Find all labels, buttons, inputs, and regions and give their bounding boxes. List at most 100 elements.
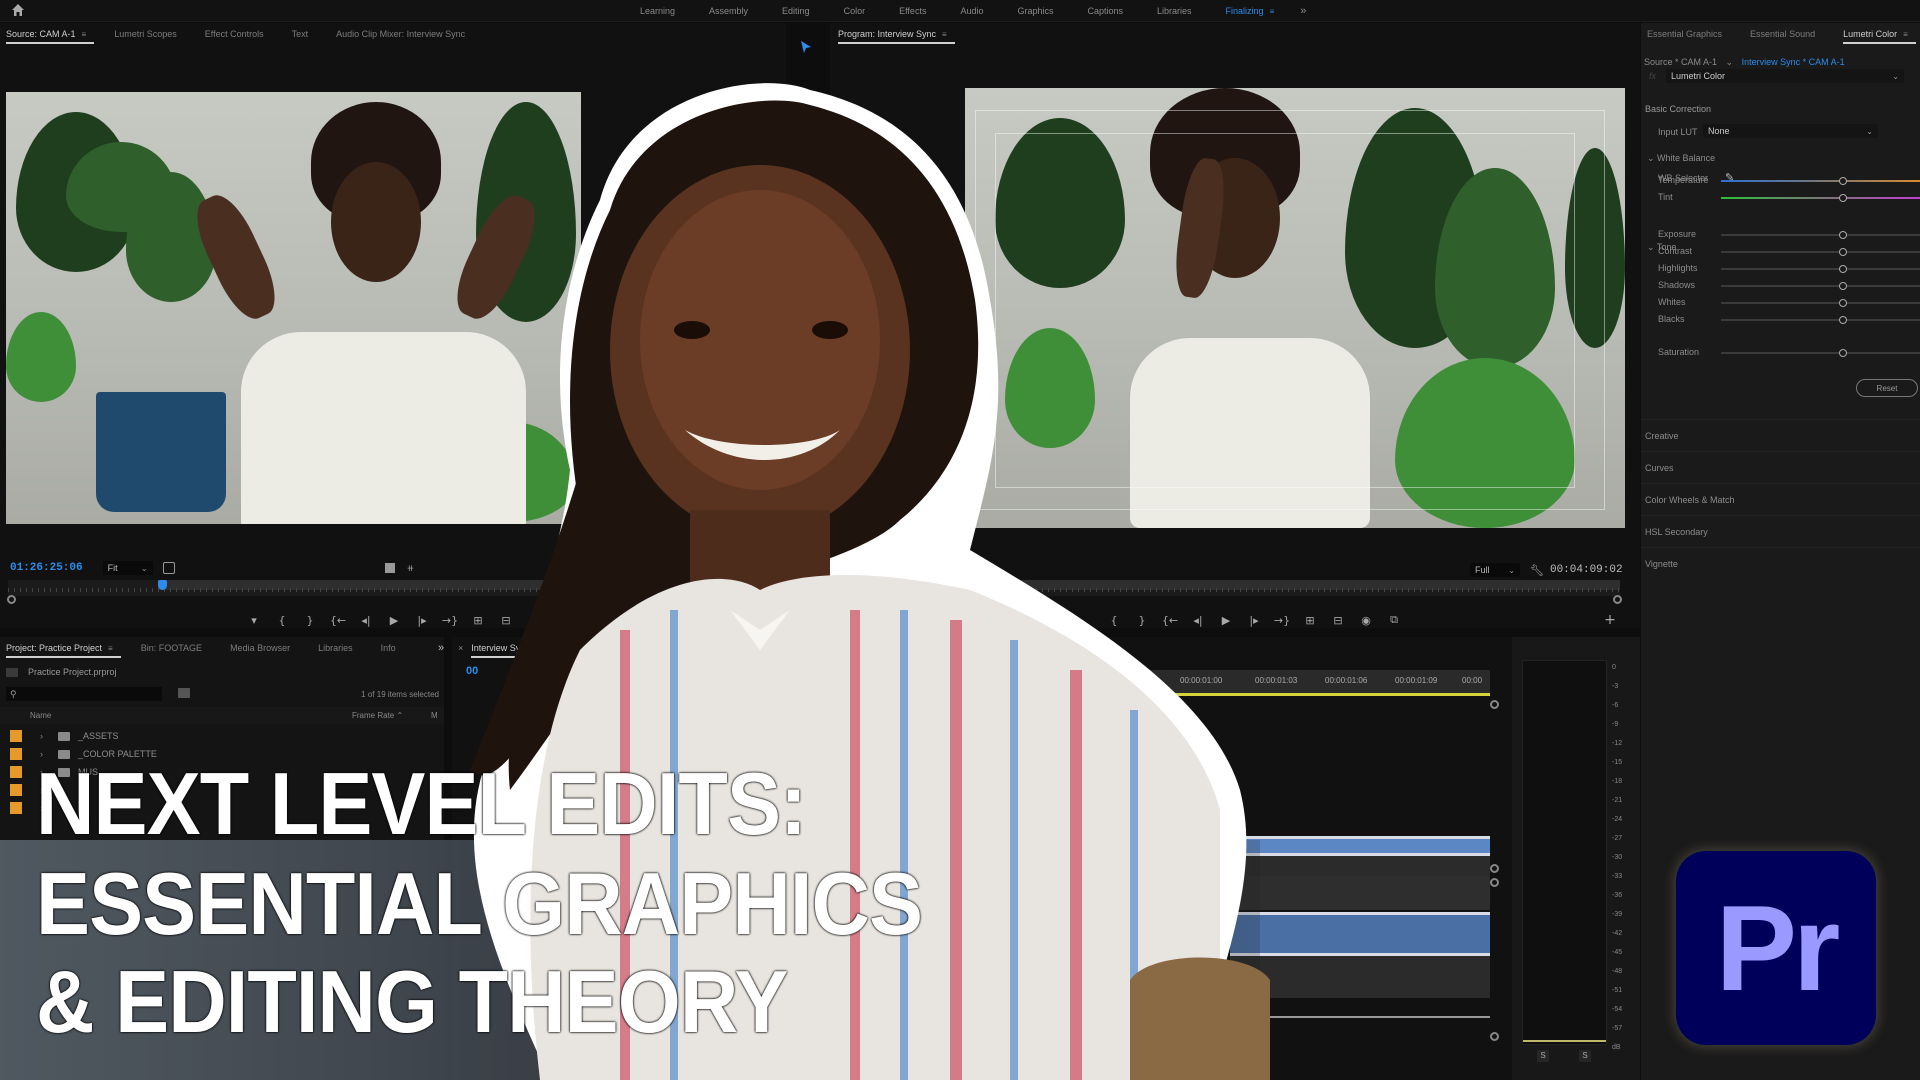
home-icon[interactable] (10, 2, 26, 18)
label-color-swatch[interactable] (10, 784, 22, 796)
source-playhead[interactable] (158, 580, 167, 590)
tab-lumetri-scopes[interactable]: Lumetri Scopes (114, 26, 177, 42)
source-zoom-dropdown[interactable]: Fit ⌄ (102, 561, 153, 575)
scroll-handle[interactable] (1490, 878, 1499, 887)
tab-media-browser[interactable]: Media Browser (230, 640, 290, 656)
slider-track-blacks[interactable] (1721, 319, 1920, 321)
workspace-overflow-button[interactable]: » (1300, 5, 1306, 17)
slider-knob-highlights[interactable] (1839, 265, 1847, 273)
play-button[interactable]: ▶ (380, 614, 408, 627)
tab-bin-footage[interactable]: Bin: FOOTAGE (141, 640, 202, 656)
workspace-captions[interactable]: Captions (1088, 6, 1124, 16)
list-item[interactable]: › _ASSETS (0, 727, 444, 745)
reset-button[interactable]: Reset (1856, 379, 1918, 397)
workspace-audio[interactable]: Audio (960, 6, 983, 16)
menu-icon[interactable]: ≡ (1270, 7, 1275, 16)
menu-icon[interactable]: ≡ (82, 30, 87, 39)
solo-button-right[interactable]: S (1579, 1050, 1591, 1062)
tab-program[interactable]: Program: Interview Sync ≡ (838, 26, 955, 44)
workspace-color[interactable]: Color (844, 6, 866, 16)
scroll-handle[interactable] (1490, 864, 1499, 873)
mark-out-button[interactable]: } (296, 614, 324, 627)
tab-text[interactable]: Text (292, 26, 309, 42)
project-search-input[interactable]: ⚲ (6, 687, 162, 701)
slider-knob-exposure[interactable] (1839, 231, 1847, 239)
extract-button[interactable]: ⊟ (1324, 614, 1352, 627)
menu-icon[interactable]: ≡ (942, 30, 947, 39)
label-color-swatch[interactable] (10, 730, 22, 742)
clip-selector[interactable]: Source * CAM A-1 ⌄ Interview Sync * CAM … (1644, 57, 1845, 68)
solo-button-left[interactable]: S (1537, 1050, 1549, 1062)
tab-effect-controls[interactable]: Effect Controls (205, 26, 264, 42)
workspace-libraries[interactable]: Libraries (1157, 6, 1192, 16)
workspace-finalizing[interactable]: Finalizing ≡ (1226, 6, 1275, 16)
chevron-right-icon[interactable]: › (40, 731, 50, 741)
menu-icon[interactable]: ≡ (1903, 30, 1908, 39)
slider-track-saturation[interactable] (1721, 352, 1920, 354)
slider-track-shadows[interactable] (1721, 285, 1920, 287)
drag-audio-icon[interactable]: ⧺ (407, 563, 415, 574)
mark-in-button[interactable]: { (268, 614, 296, 627)
slider-track-tint[interactable] (1721, 197, 1920, 199)
scroll-handle[interactable] (1490, 700, 1499, 709)
source-timecode[interactable]: 01:26:25:06 (10, 562, 83, 574)
menu-icon[interactable]: ≡ (108, 644, 113, 653)
slider-knob-tint[interactable] (1839, 194, 1847, 202)
comparison-view-button[interactable]: ⧉ (1380, 613, 1408, 627)
section-creative[interactable]: Creative (1641, 419, 1920, 451)
slider-knob-shadows[interactable] (1839, 282, 1847, 290)
slider-track-highlights[interactable] (1721, 268, 1920, 270)
tab-essential-sound[interactable]: Essential Sound (1750, 26, 1815, 42)
add-marker-button[interactable]: ▾ (240, 614, 268, 627)
tab-info[interactable]: Info (381, 640, 396, 656)
lift-button[interactable]: ⊞ (1296, 614, 1324, 627)
slider-track-contrast[interactable] (1721, 251, 1920, 253)
slider-knob-temperature[interactable] (1839, 177, 1847, 185)
label-color-swatch[interactable] (10, 748, 22, 760)
go-to-in-button[interactable]: {← (324, 614, 352, 627)
sequence-clip-label[interactable]: Interview Sync * CAM A-1 (1742, 57, 1845, 67)
resolution-dropdown[interactable]: Full ⌄ (1470, 563, 1520, 577)
basic-correction-header[interactable]: Basic Correction (1645, 104, 1711, 114)
tab-project[interactable]: Project: Practice Project ≡ (6, 640, 121, 658)
new-search-bin-icon[interactable] (178, 688, 190, 698)
drag-video-icon[interactable] (384, 563, 395, 573)
section-hsl-secondary[interactable]: HSL Secondary (1641, 515, 1920, 547)
export-frame-button[interactable]: ◉ (1352, 614, 1380, 627)
label-color-swatch[interactable] (10, 802, 22, 814)
workspace-learning[interactable]: Learning (640, 6, 675, 16)
white-balance-toggle[interactable]: ⌄ White Balance (1647, 153, 1715, 164)
section-curves[interactable]: Curves (1641, 451, 1920, 483)
column-frame-rate[interactable]: Frame Rate ⌃ (352, 711, 403, 720)
slider-knob-contrast[interactable] (1839, 248, 1847, 256)
tab-essential-graphics[interactable]: Essential Graphics (1647, 26, 1722, 42)
tab-lumetri-color[interactable]: Lumetri Color ≡ (1843, 26, 1916, 44)
input-lut-dropdown[interactable]: None ⌄ (1703, 124, 1878, 138)
tab-source[interactable]: Source: CAM A-1 ≡ (6, 26, 95, 44)
tab-libraries[interactable]: Libraries (318, 640, 353, 656)
program-zoom-handle[interactable] (1613, 595, 1622, 604)
section-vignette[interactable]: Vignette (1641, 547, 1920, 579)
workspace-effects[interactable]: Effects (899, 6, 926, 16)
settings-toggle-icon[interactable] (162, 562, 175, 574)
scroll-handle[interactable] (1490, 1032, 1499, 1041)
tab-audio-clip-mixer[interactable]: Audio Clip Mixer: Interview Sync (336, 26, 465, 42)
go-to-out-button[interactable]: →} (1268, 614, 1296, 627)
slider-track-whites[interactable] (1721, 302, 1920, 304)
effect-dropdown[interactable]: Lumetri Color ⌄ (1666, 69, 1904, 83)
slider-knob-saturation[interactable] (1839, 349, 1847, 357)
step-back-button[interactable]: ◂| (352, 614, 380, 627)
section-color-wheels[interactable]: Color Wheels & Match (1641, 483, 1920, 515)
workspace-editing[interactable]: Editing (782, 6, 810, 16)
source-zoom-handle[interactable] (7, 595, 16, 604)
slider-track-exposure[interactable] (1721, 234, 1920, 236)
workspace-graphics[interactable]: Graphics (1017, 6, 1053, 16)
slider-track-temperature[interactable] (1721, 180, 1920, 182)
workspace-assembly[interactable]: Assembly (709, 6, 748, 16)
slider-knob-whites[interactable] (1839, 299, 1847, 307)
label-color-swatch[interactable] (10, 766, 22, 778)
wrench-icon[interactable]: 🔧︎ (1530, 564, 1544, 577)
button-editor-add[interactable]: + (1596, 612, 1624, 628)
column-name[interactable]: Name (30, 711, 51, 720)
eyedropper-icon[interactable]: ✎ (1725, 171, 1734, 184)
